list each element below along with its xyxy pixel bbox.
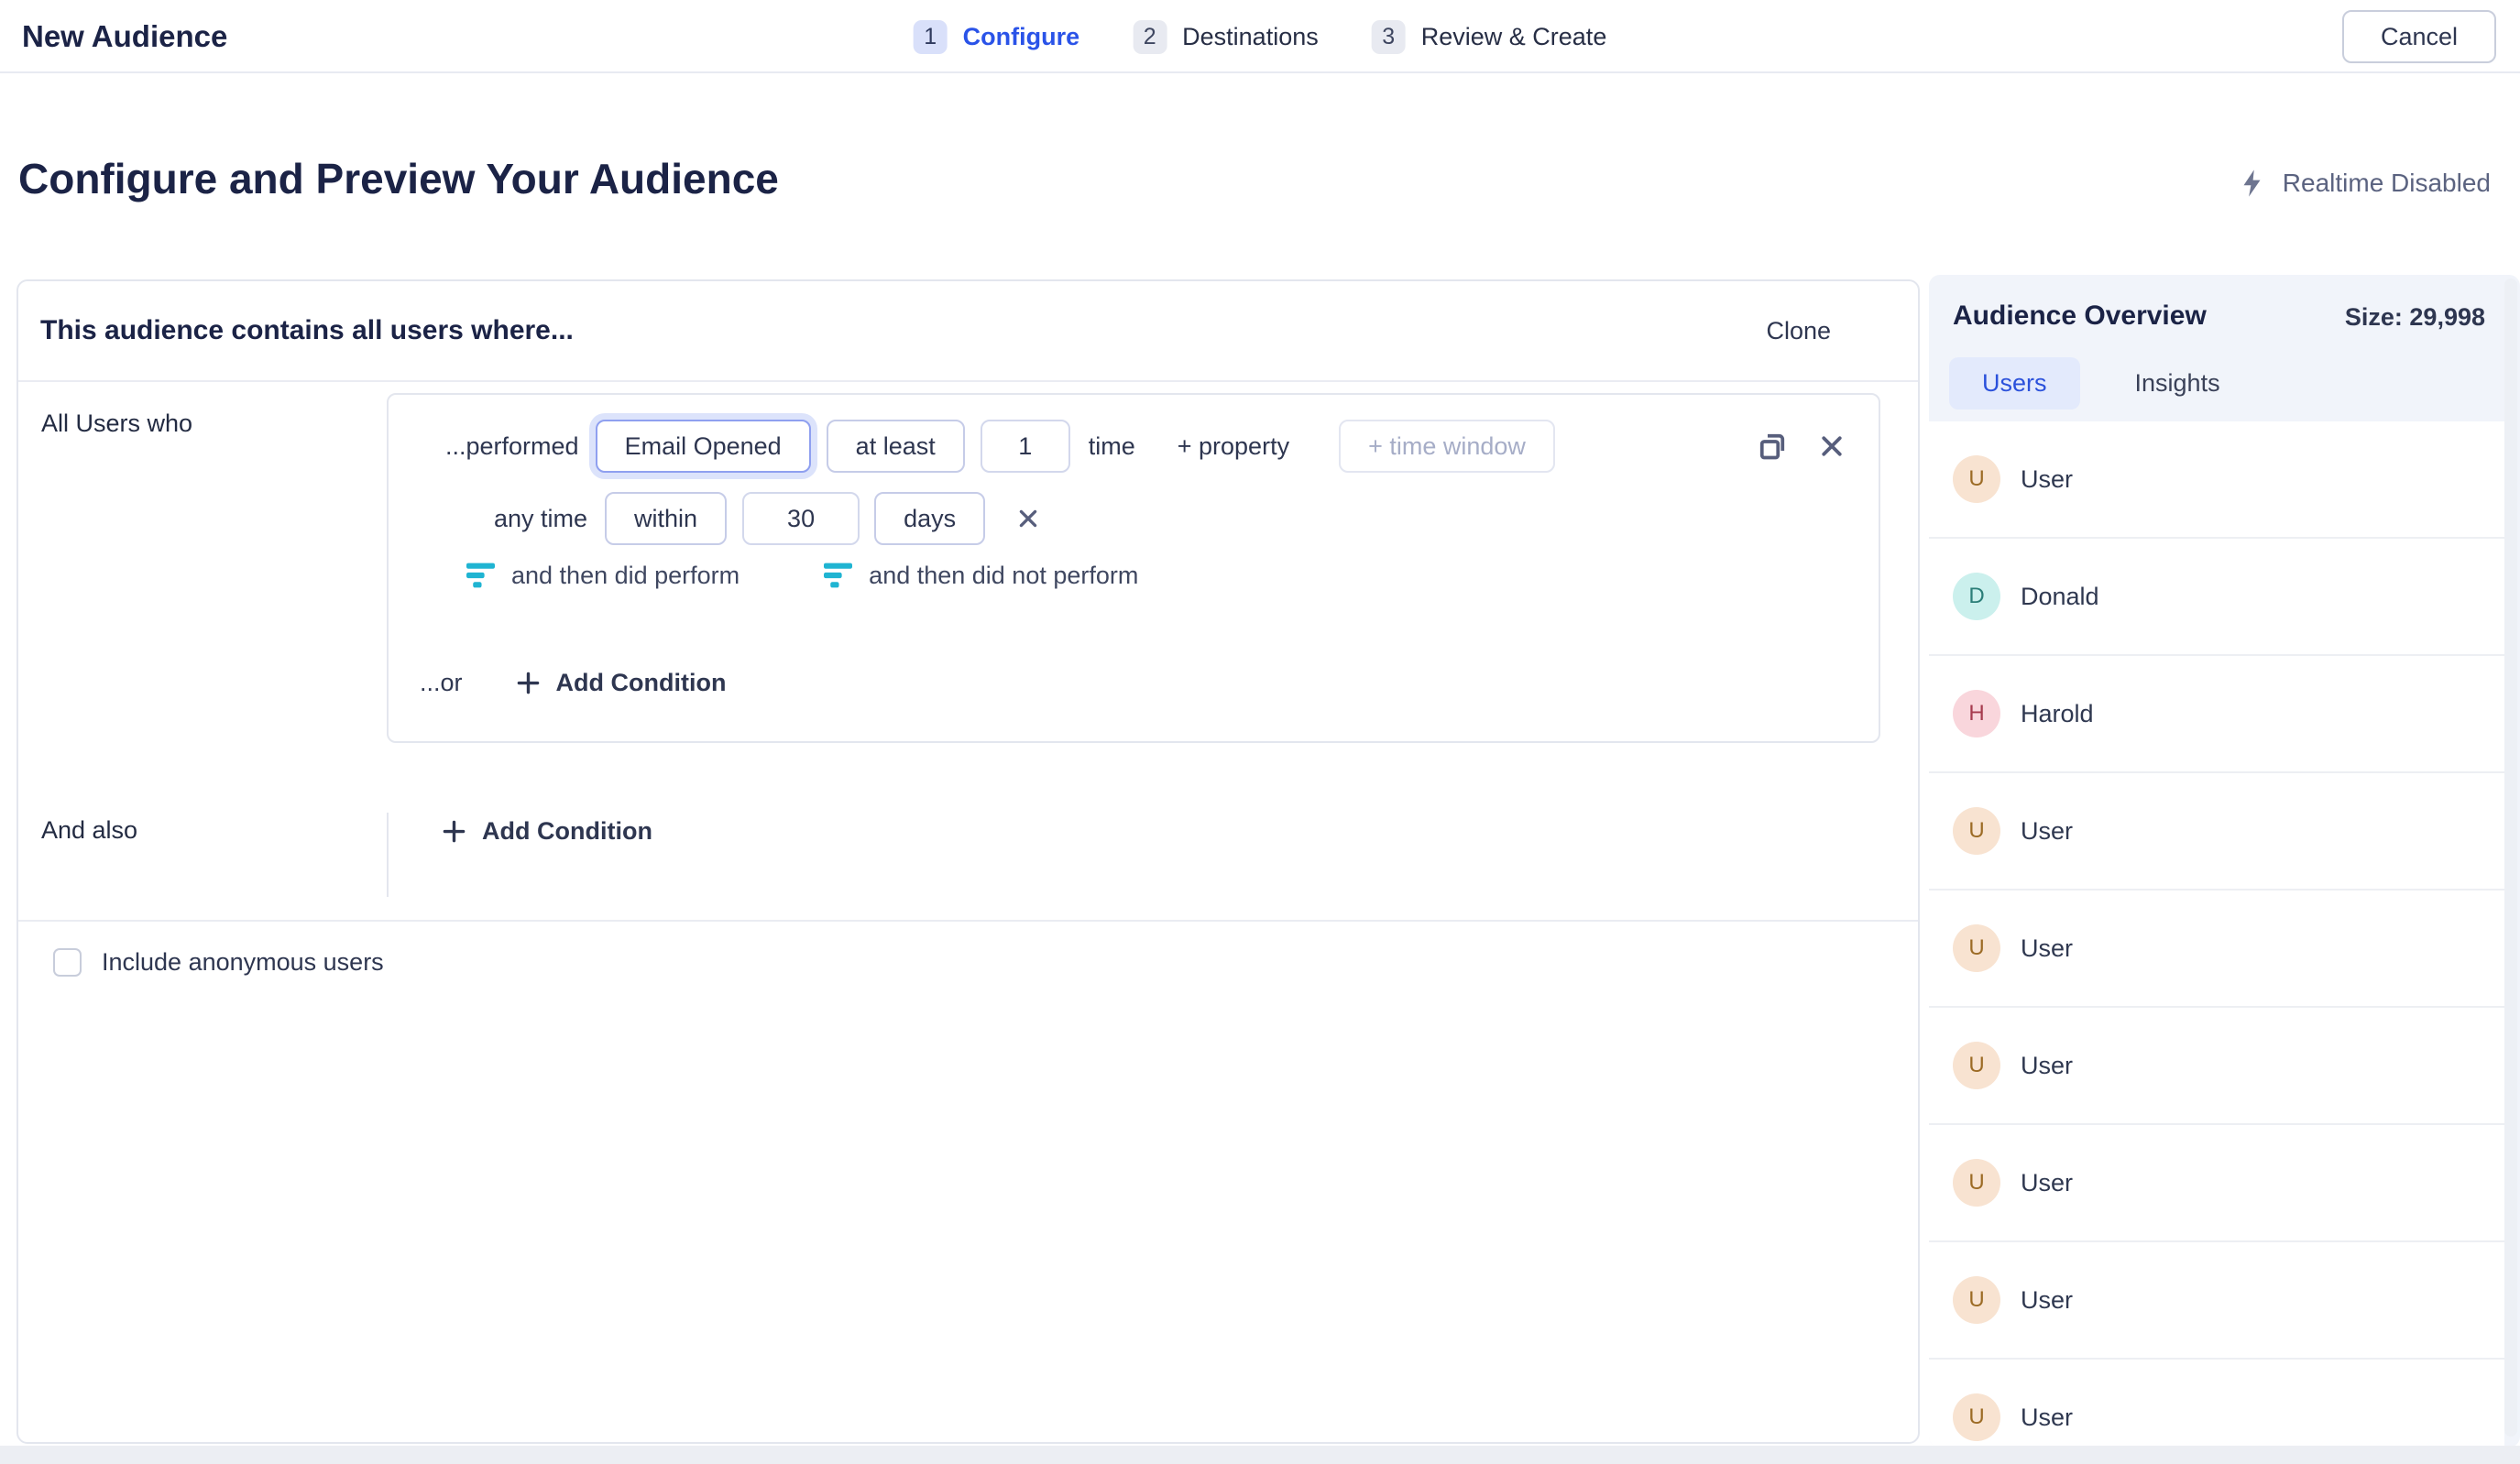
list-item[interactable]: U User bbox=[1929, 1242, 2504, 1360]
remove-time-window-button[interactable] bbox=[1016, 507, 1040, 530]
step-label: Configure bbox=[963, 23, 1080, 51]
step-number: 2 bbox=[1133, 20, 1167, 54]
user-name: User bbox=[2021, 1286, 2073, 1315]
or-row: ...or Add Condition bbox=[389, 662, 1879, 703]
user-list: UUserDDonaldHHaroldUUserUUserUUserUUserU… bbox=[1929, 421, 2504, 1448]
step-review-create[interactable]: 3 Review & Create bbox=[1372, 20, 1607, 54]
and-also-divider bbox=[387, 813, 389, 897]
add-condition-button[interactable]: Add Condition bbox=[516, 669, 727, 697]
plus-icon bbox=[442, 819, 466, 844]
remove-condition-button[interactable] bbox=[1818, 432, 1846, 460]
user-name: User bbox=[2021, 1404, 2073, 1432]
user-name: User bbox=[2021, 934, 2073, 963]
list-item[interactable]: U User bbox=[1929, 1008, 2504, 1125]
anonymous-users-row: Include anonymous users bbox=[53, 948, 384, 977]
then-did-not-perform-label: and then did not perform bbox=[869, 562, 1138, 590]
stepper: 1 Configure 2 Destinations 3 Review & Create bbox=[914, 0, 1607, 73]
card-title: This audience contains all users where..… bbox=[40, 315, 574, 346]
filter-icon bbox=[466, 561, 495, 590]
list-item[interactable]: U User bbox=[1929, 773, 2504, 890]
close-icon bbox=[1818, 432, 1846, 460]
within-select[interactable]: within bbox=[605, 492, 727, 545]
page-title: New Audience bbox=[22, 0, 227, 73]
time-label: time bbox=[1089, 432, 1135, 461]
condition-row-event: ...performed Email Opened at least time … bbox=[389, 419, 1879, 474]
event-select[interactable]: Email Opened bbox=[596, 420, 811, 473]
condition-panel: ...performed Email Opened at least time … bbox=[387, 393, 1880, 743]
avatar: U bbox=[1953, 1393, 2000, 1441]
step-destinations[interactable]: 2 Destinations bbox=[1133, 20, 1319, 54]
avatar: U bbox=[1953, 1276, 2000, 1324]
add-time-window-button[interactable]: + time window bbox=[1339, 420, 1555, 473]
avatar: H bbox=[1953, 690, 2000, 737]
avatar: U bbox=[1953, 807, 2000, 855]
copy-icon bbox=[1754, 428, 1791, 464]
user-name: User bbox=[2021, 1052, 2073, 1080]
avatar: U bbox=[1953, 924, 2000, 972]
plus-icon bbox=[516, 671, 541, 695]
or-label: ...or bbox=[420, 669, 463, 697]
audience-builder-card: This audience contains all users where..… bbox=[16, 279, 1920, 1444]
filter-icon bbox=[824, 561, 852, 590]
avatar: U bbox=[1953, 455, 2000, 503]
list-item[interactable]: U User bbox=[1929, 890, 2504, 1008]
window-count-input[interactable] bbox=[742, 492, 860, 545]
avatar: U bbox=[1953, 1042, 2000, 1089]
horizontal-scrollbar-track[interactable] bbox=[0, 1446, 2520, 1464]
then-did-perform-label: and then did perform bbox=[511, 562, 740, 590]
add-condition-button-2[interactable]: Add Condition bbox=[442, 811, 652, 851]
step-label: Review & Create bbox=[1421, 23, 1607, 51]
card-header: This audience contains all users where..… bbox=[18, 281, 1918, 382]
user-name: User bbox=[2021, 817, 2073, 846]
add-property-link[interactable]: + property bbox=[1178, 432, 1289, 461]
then-did-not-perform[interactable]: and then did not perform bbox=[824, 561, 1138, 590]
list-item[interactable]: U User bbox=[1929, 1360, 2504, 1448]
user-name: User bbox=[2021, 465, 2073, 494]
user-name: Donald bbox=[2021, 583, 2099, 611]
avatar: U bbox=[1953, 1159, 2000, 1207]
tab-insights[interactable]: Insights bbox=[2102, 357, 2253, 410]
realtime-label: Realtime Disabled bbox=[2283, 169, 2491, 198]
step-number: 3 bbox=[1372, 20, 1406, 54]
tab-users[interactable]: Users bbox=[1949, 357, 2080, 410]
close-icon bbox=[1016, 507, 1040, 530]
group-label: All Users who bbox=[41, 410, 192, 438]
clone-button[interactable]: Clone bbox=[1766, 317, 1831, 345]
condition-row-timewindow: any time within days bbox=[389, 491, 1879, 546]
add-condition-label-2: Add Condition bbox=[482, 817, 652, 846]
operator-select[interactable]: at least bbox=[827, 420, 965, 473]
duplicate-condition-button[interactable] bbox=[1754, 428, 1791, 464]
step-configure[interactable]: 1 Configure bbox=[914, 20, 1080, 54]
then-did-perform[interactable]: and then did perform bbox=[466, 561, 740, 590]
lightning-icon bbox=[2240, 169, 2264, 198]
step-number: 1 bbox=[914, 20, 948, 54]
audience-overview-panel: Audience Overview Size: 29,998 Users Insi… bbox=[1929, 275, 2520, 1448]
step-label: Destinations bbox=[1182, 23, 1319, 51]
user-list-scrollbar[interactable] bbox=[2504, 279, 2517, 1437]
user-name: Harold bbox=[2021, 700, 2094, 728]
top-bar: New Audience 1 Configure 2 Destinations 3 Rev… bbox=[0, 0, 2520, 73]
list-item[interactable]: U User bbox=[1929, 421, 2504, 539]
include-anonymous-label: Include anonymous users bbox=[102, 948, 384, 977]
list-item[interactable]: D Donald bbox=[1929, 539, 2504, 656]
section-divider bbox=[18, 920, 1918, 922]
overview-tabs: Users Insights bbox=[1949, 357, 2253, 410]
sequence-options-row: and then did perform and then did not pe… bbox=[389, 557, 1879, 594]
avatar: D bbox=[1953, 573, 2000, 620]
performed-label: ...performed bbox=[445, 432, 579, 461]
count-input[interactable] bbox=[981, 420, 1070, 473]
add-condition-label: Add Condition bbox=[556, 669, 727, 697]
cancel-button[interactable]: Cancel bbox=[2342, 10, 2496, 63]
realtime-status: Realtime Disabled bbox=[2240, 169, 2491, 198]
page-heading: Configure and Preview Your Audience bbox=[18, 154, 779, 203]
list-item[interactable]: U User bbox=[1929, 1125, 2504, 1242]
user-name: User bbox=[2021, 1169, 2073, 1197]
and-also-label: And also bbox=[41, 816, 137, 845]
audience-size: Size: 29,998 bbox=[2345, 303, 2485, 332]
list-item[interactable]: H Harold bbox=[1929, 656, 2504, 773]
any-time-label: any time bbox=[494, 505, 587, 533]
include-anonymous-checkbox[interactable] bbox=[53, 948, 82, 977]
window-unit-select[interactable]: days bbox=[874, 492, 985, 545]
overview-title: Audience Overview bbox=[1953, 300, 2207, 332]
